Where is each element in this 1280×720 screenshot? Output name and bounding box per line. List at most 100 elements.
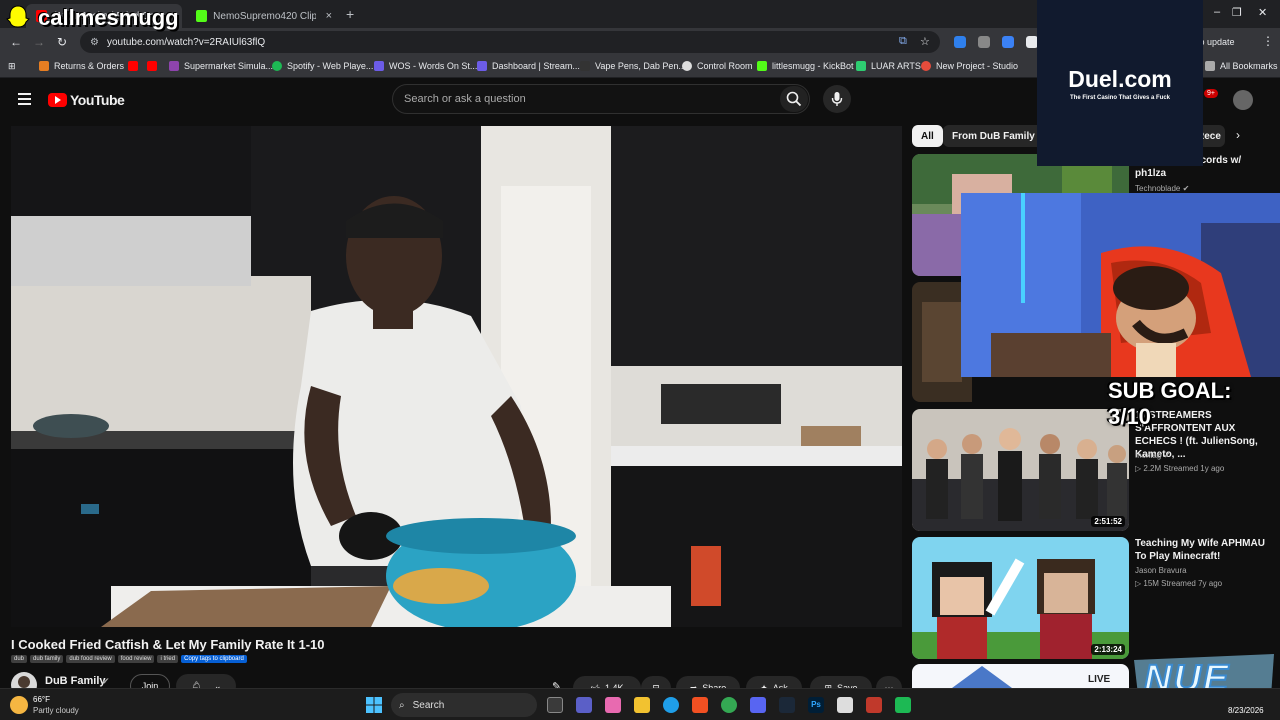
task-view-icon[interactable]	[547, 697, 563, 713]
youtube-logo[interactable]: YouTube	[48, 92, 125, 108]
apps-grid-icon[interactable]: ⊞	[8, 61, 16, 72]
minimize-icon[interactable]: –	[1214, 6, 1220, 18]
thumbnail-image	[912, 409, 1129, 531]
chip-from-channel[interactable]: From DuB Family	[943, 125, 1044, 147]
voice-search-button[interactable]	[823, 85, 851, 113]
verified-check-icon: ✔	[1163, 451, 1171, 460]
edge-icon[interactable]	[663, 697, 679, 713]
notepad-icon[interactable]	[837, 697, 853, 713]
bookmark-wos[interactable]: WOS - Words On St...	[374, 61, 477, 71]
bookmark-supermarket[interactable]: Supermarket Simula...	[169, 61, 273, 71]
new-tab-button[interactable]: +	[346, 6, 354, 22]
extension-icon[interactable]	[1002, 36, 1014, 48]
bookmark-label: Dashboard | Stream...	[492, 61, 580, 71]
tag-chip[interactable]: dub	[11, 655, 28, 663]
snapchat-ghost-icon	[6, 5, 30, 28]
tag-chip[interactable]: dub family	[30, 655, 64, 663]
recommendation-thumbnail[interactable]: 2:13:24	[912, 537, 1129, 659]
weather-sun-icon[interactable]	[10, 696, 28, 714]
folder-icon	[1205, 61, 1215, 71]
close-tab-icon[interactable]: ×	[326, 10, 332, 22]
bookmark-label: Spotify - Web Playe...	[287, 61, 374, 71]
file-explorer-icon[interactable]	[634, 697, 650, 713]
copilot-icon[interactable]	[605, 697, 621, 713]
maximize-icon[interactable]: ❐	[1232, 6, 1242, 19]
bookmark-favicon-icon	[169, 61, 179, 71]
taskbar-search[interactable]: ⌕ Search	[391, 693, 537, 717]
browser-tab-kick-clips[interactable]: NemoSupremo420 Clips - Watch ×	[186, 4, 342, 28]
copy-tags-button[interactable]: Copy tags to clipboard	[181, 655, 247, 663]
bookmark-favicon-icon	[921, 61, 931, 71]
recommendation-meta: ▷ 15M Streamed 7y ago	[1135, 579, 1223, 588]
thumbnail-image	[912, 537, 1129, 659]
chevron-right-icon[interactable]: ›	[1236, 128, 1240, 142]
chrome-icon[interactable]	[721, 697, 737, 713]
recommendation-channel[interactable]: Jason Bravura	[1135, 566, 1187, 575]
recommendation-channel[interactable]: Technoblade ✔	[1135, 184, 1189, 193]
recommendation-channel[interactable]: Inoxtag ✔	[1135, 451, 1170, 460]
bookmark-label: All Bookmarks	[1220, 61, 1278, 71]
chip-all[interactable]: All	[912, 125, 943, 147]
video-player[interactable]	[11, 126, 902, 627]
control-room-icon	[682, 61, 692, 71]
tag-chip[interactable]: dub food review	[66, 655, 115, 663]
bookmark-youtube-2[interactable]	[147, 61, 162, 71]
weather-description[interactable]: Partly cloudy	[33, 706, 79, 715]
video-duration: 2:51:52	[1091, 516, 1125, 527]
sponsor-tagline: The First Casino That Gives a Fuck	[1069, 94, 1171, 101]
bookmark-control-room[interactable]: Control Room	[682, 61, 753, 71]
tag-chip[interactable]: i tried	[157, 655, 179, 663]
snapchat-username: callmesmugg	[38, 5, 179, 30]
bookmark-favicon-icon	[580, 61, 590, 71]
recommendation-thumbnail[interactable]: LIVE	[912, 664, 1129, 688]
bookmark-label: New Project - Studio	[936, 61, 1019, 71]
search-input[interactable]: Search or ask a question	[392, 84, 810, 114]
reload-icon[interactable]: ↻	[57, 35, 67, 49]
bookmark-new-project[interactable]: New Project - Studio	[921, 61, 1018, 71]
bookmark-favicon-icon	[374, 61, 384, 71]
extension-icon[interactable]	[978, 36, 990, 48]
microsoft-store-icon[interactable]	[692, 697, 708, 713]
bookmark-luar-arts[interactable]: LUAR ARTS	[856, 61, 921, 71]
channel-name[interactable]: DuB Family	[45, 675, 106, 687]
search-button[interactable]	[780, 86, 808, 112]
app-icon[interactable]	[866, 697, 882, 713]
bookmark-returns-orders[interactable]: Returns & Orders	[39, 61, 124, 71]
windows-start-icon[interactable]	[366, 697, 382, 713]
back-arrow-icon[interactable]: ←	[10, 35, 22, 49]
tag-chip[interactable]: food review	[117, 655, 155, 663]
bookmark-vape-pens[interactable]: Vape Pens, Dab Pen...	[580, 61, 686, 71]
recommendation-title[interactable]: Teaching My Wife APHMAU To Play Minecraf…	[1135, 537, 1270, 563]
bookmark-favicon-icon	[856, 61, 866, 71]
snapchat-overlay: callmesmugg	[4, 4, 179, 32]
teams-icon[interactable]	[576, 697, 592, 713]
notification-count-badge[interactable]: 9+	[1204, 89, 1218, 98]
bookmark-star-icon[interactable]: ☆	[920, 35, 930, 48]
bookmark-favicon-icon	[477, 61, 487, 71]
photoshop-icon[interactable]: Ps	[808, 697, 824, 713]
close-window-icon[interactable]: ✕	[1258, 6, 1267, 19]
site-info-icon[interactable]: ⚙	[90, 37, 99, 48]
bookmark-dashboard[interactable]: Dashboard | Stream...	[477, 61, 580, 71]
taskbar-date[interactable]: 8/23/2026	[1228, 706, 1264, 715]
youtube-favicon-icon	[147, 61, 157, 71]
video-tags: dub dub family dub food review food revi…	[11, 655, 247, 663]
recommendation-thumbnail[interactable]: 2:51:52	[912, 409, 1129, 531]
video-title: I Cooked Fried Catfish & Let My Family R…	[11, 637, 325, 652]
app-icon[interactable]	[895, 697, 911, 713]
bookmark-label: Supermarket Simula...	[184, 61, 274, 71]
browser-menu-icon[interactable]: ⋮	[1262, 34, 1274, 48]
address-bar[interactable]: ⚙ youtube.com/watch?v=2RAIUl63flQ	[80, 31, 940, 53]
bookmark-kickbot[interactable]: littlesmugg - KickBot	[757, 61, 854, 71]
weather-temperature[interactable]: 66°F	[33, 695, 50, 704]
forward-arrow-icon[interactable]: →	[33, 35, 45, 49]
hamburger-menu-icon[interactable]	[18, 93, 31, 105]
bookmark-youtube-1[interactable]	[128, 61, 143, 71]
account-avatar[interactable]	[1233, 90, 1253, 110]
extension-icon[interactable]	[954, 36, 966, 48]
cast-icon[interactable]: ⧉	[899, 35, 907, 48]
steam-icon[interactable]	[779, 697, 795, 713]
bookmark-spotify[interactable]: Spotify - Web Playe...	[272, 61, 373, 71]
all-bookmarks-button[interactable]: All Bookmarks	[1205, 61, 1278, 71]
discord-icon[interactable]	[750, 697, 766, 713]
